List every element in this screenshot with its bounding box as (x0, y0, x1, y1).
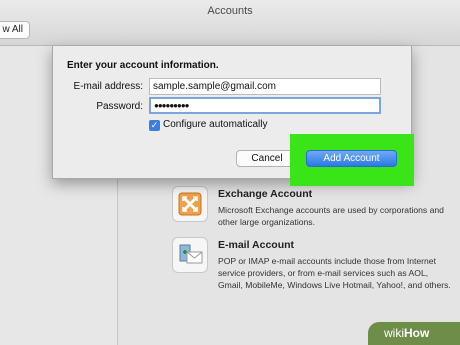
watermark-prefix: wiki (384, 326, 404, 340)
email-account-icon (172, 237, 208, 273)
configure-label: Configure automatically (163, 119, 268, 130)
configure-checkbox[interactable]: ✓ (149, 120, 160, 131)
exchange-account-description: Microsoft Exchange accounts are used by … (218, 205, 444, 227)
exchange-icon (172, 186, 208, 222)
email-account-title: E-mail Account (218, 239, 295, 251)
password-field[interactable]: ●●●●●●●●● (149, 97, 381, 114)
sheet-heading: Enter your account information. (67, 60, 219, 71)
cancel-button[interactable]: Cancel (236, 150, 298, 167)
wikihow-watermark: wikiHow (368, 322, 460, 345)
title-bar: Accounts w All (0, 0, 460, 46)
add-account-button[interactable]: Add Account (306, 150, 397, 167)
email-field[interactable]: sample.sample@gmail.com (149, 78, 381, 95)
exchange-account-title: Exchange Account (218, 188, 313, 200)
email-account-description: POP or IMAP e-mail accounts include thos… (218, 256, 451, 290)
password-label: Password: (96, 101, 143, 112)
email-label: E-mail address: (73, 81, 143, 92)
watermark-suffix: How (404, 326, 430, 340)
show-all-button[interactable]: w All (0, 21, 30, 39)
window-title: Accounts (207, 5, 253, 17)
